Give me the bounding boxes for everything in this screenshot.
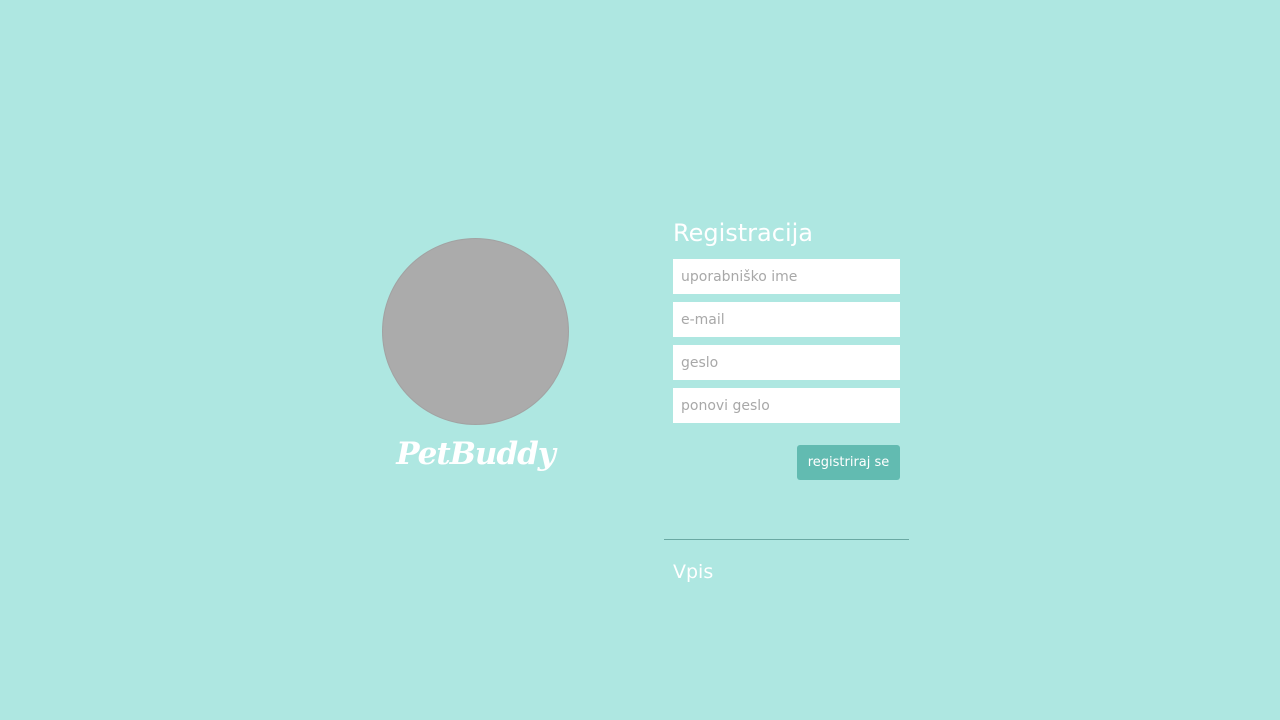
register-title: Registracija bbox=[673, 219, 813, 247]
password-field[interactable] bbox=[673, 345, 900, 380]
brand-logo: PetBuddy bbox=[396, 436, 556, 472]
email-field[interactable] bbox=[673, 302, 900, 337]
register-button[interactable]: registriraj se bbox=[797, 445, 900, 480]
divider bbox=[664, 539, 909, 540]
avatar-placeholder-icon bbox=[383, 239, 568, 424]
repeat-password-field[interactable] bbox=[673, 388, 900, 423]
username-field[interactable] bbox=[673, 259, 900, 294]
login-link[interactable]: Vpis bbox=[673, 561, 713, 583]
